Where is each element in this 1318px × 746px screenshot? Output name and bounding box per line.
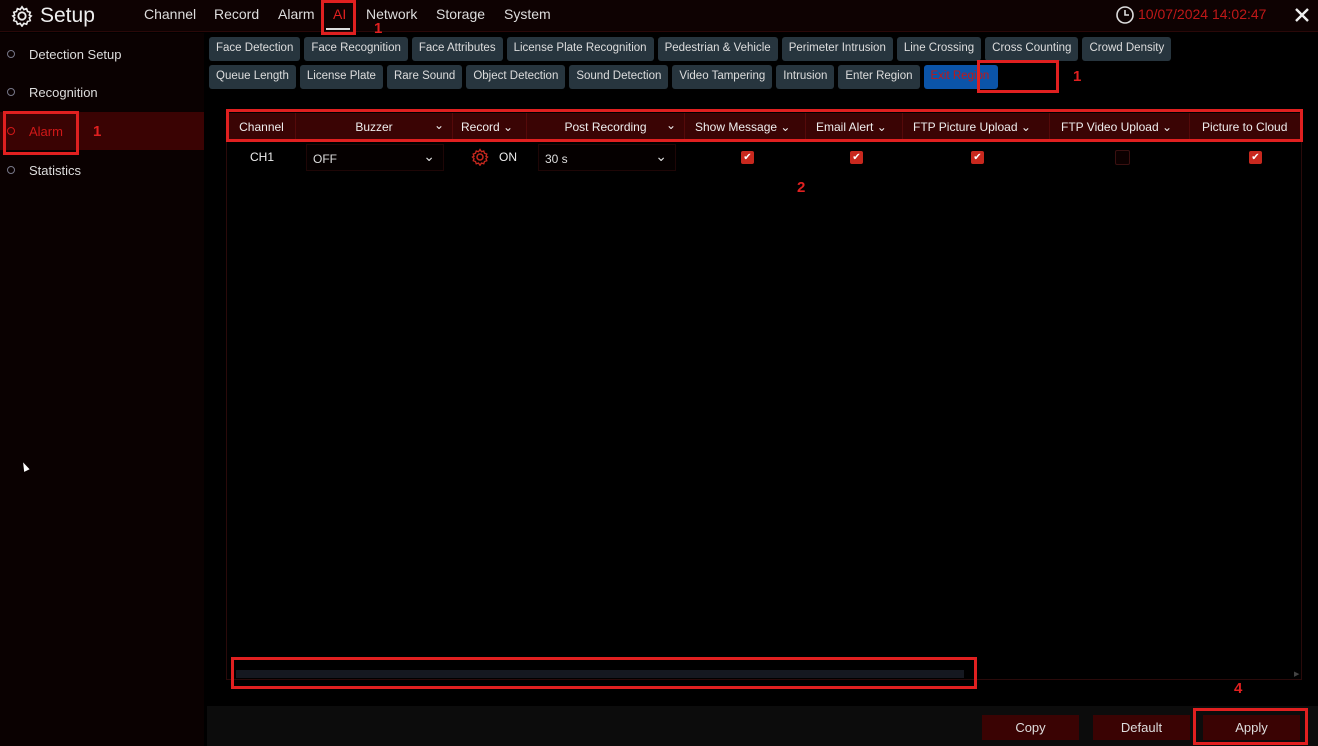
nav-system[interactable]: System [504, 6, 551, 22]
tab-row-2: Queue Length License Plate Rare Sound Ob… [209, 65, 998, 89]
tab-intrusion[interactable]: Intrusion [776, 65, 835, 89]
ftp-video-upload-checkbox[interactable] [1115, 150, 1130, 165]
tab-row-1: Face Detection Face Recognition Face Att… [209, 37, 1172, 61]
annotation-number: 4 [1234, 680, 1243, 697]
annotation-number: 1 [93, 123, 102, 140]
tab-enter-region[interactable]: Enter Region [838, 65, 920, 89]
annotation-box-scrollbar [231, 657, 977, 689]
page-title: Setup [40, 4, 95, 27]
gear-icon [11, 5, 33, 27]
annotation-number: 1 [374, 20, 383, 37]
sidebar-item-label: Recognition [29, 85, 98, 100]
picture-to-cloud-checkbox[interactable]: ✔ [1249, 151, 1262, 164]
tab-cross-counting[interactable]: Cross Counting [985, 37, 1079, 61]
buzzer-select[interactable]: OFF ⌄ [306, 144, 444, 171]
bullet-icon [7, 166, 15, 174]
annotation-box-apply [1193, 708, 1308, 745]
chevron-down-icon: ⌄ [655, 148, 667, 164]
tab-crowd-density[interactable]: Crowd Density [1082, 37, 1172, 61]
default-button[interactable]: Default [1093, 715, 1190, 740]
copy-button[interactable]: Copy [982, 715, 1079, 740]
annotation-box-exit-region [977, 60, 1059, 93]
cell-channel: CH1 [250, 150, 275, 164]
annotation-box-ai [321, 0, 356, 35]
scroll-right-icon[interactable]: ▶ [1294, 670, 1299, 678]
close-icon[interactable] [1294, 7, 1310, 23]
record-settings-gear-icon[interactable] [471, 148, 489, 166]
clock-icon [1116, 6, 1134, 24]
tab-sound-detection[interactable]: Sound Detection [569, 65, 669, 89]
nav-alarm[interactable]: Alarm [278, 6, 315, 22]
ftp-picture-upload-checkbox[interactable]: ✔ [971, 151, 984, 164]
nav-record[interactable]: Record [214, 6, 259, 22]
annotation-box-alarm [3, 111, 79, 155]
sidebar-item-statistics[interactable]: Statistics [0, 151, 204, 189]
sidebar-item-label: Statistics [29, 163, 82, 178]
tab-pedestrian-vehicle[interactable]: Pedestrian & Vehicle [657, 37, 778, 61]
annotation-number: 2 [797, 179, 806, 196]
tab-face-attributes[interactable]: Face Attributes [411, 37, 503, 61]
tab-license-plate[interactable]: License Plate [299, 65, 383, 89]
tab-object-detection[interactable]: Object Detection [466, 65, 566, 89]
tab-video-tampering[interactable]: Video Tampering [672, 65, 773, 89]
sidebar-item-recognition[interactable]: Recognition [0, 73, 204, 111]
nav-channel[interactable]: Channel [144, 6, 196, 22]
tab-perimeter-intrusion[interactable]: Perimeter Intrusion [781, 37, 893, 61]
email-alert-checkbox[interactable]: ✔ [850, 151, 863, 164]
chevron-down-icon: ⌄ [423, 148, 435, 164]
tab-face-detection[interactable]: Face Detection [209, 37, 301, 61]
bullet-icon [7, 88, 15, 96]
sidebar-item-label: Detection Setup [29, 47, 122, 62]
datetime: 10/07/2024 14:02:47 [1138, 6, 1267, 22]
show-message-checkbox[interactable]: ✔ [741, 151, 754, 164]
annotation-box-header [226, 109, 1303, 142]
tab-line-crossing[interactable]: Line Crossing [896, 37, 982, 61]
tab-face-recognition[interactable]: Face Recognition [304, 37, 408, 61]
tab-rare-sound[interactable]: Rare Sound [386, 65, 463, 89]
annotation-number: 1 [1073, 68, 1082, 85]
post-recording-select[interactable]: 30 s ⌄ [538, 144, 676, 171]
bullet-icon [7, 50, 15, 58]
tab-queue-length[interactable]: Queue Length [209, 65, 296, 89]
sidebar-item-detection-setup[interactable]: Detection Setup [0, 35, 204, 73]
alarm-table [226, 110, 1302, 680]
nav-storage[interactable]: Storage [436, 6, 485, 22]
record-value: ON [499, 150, 517, 164]
tab-license-plate-recognition[interactable]: License Plate Recognition [506, 37, 654, 61]
